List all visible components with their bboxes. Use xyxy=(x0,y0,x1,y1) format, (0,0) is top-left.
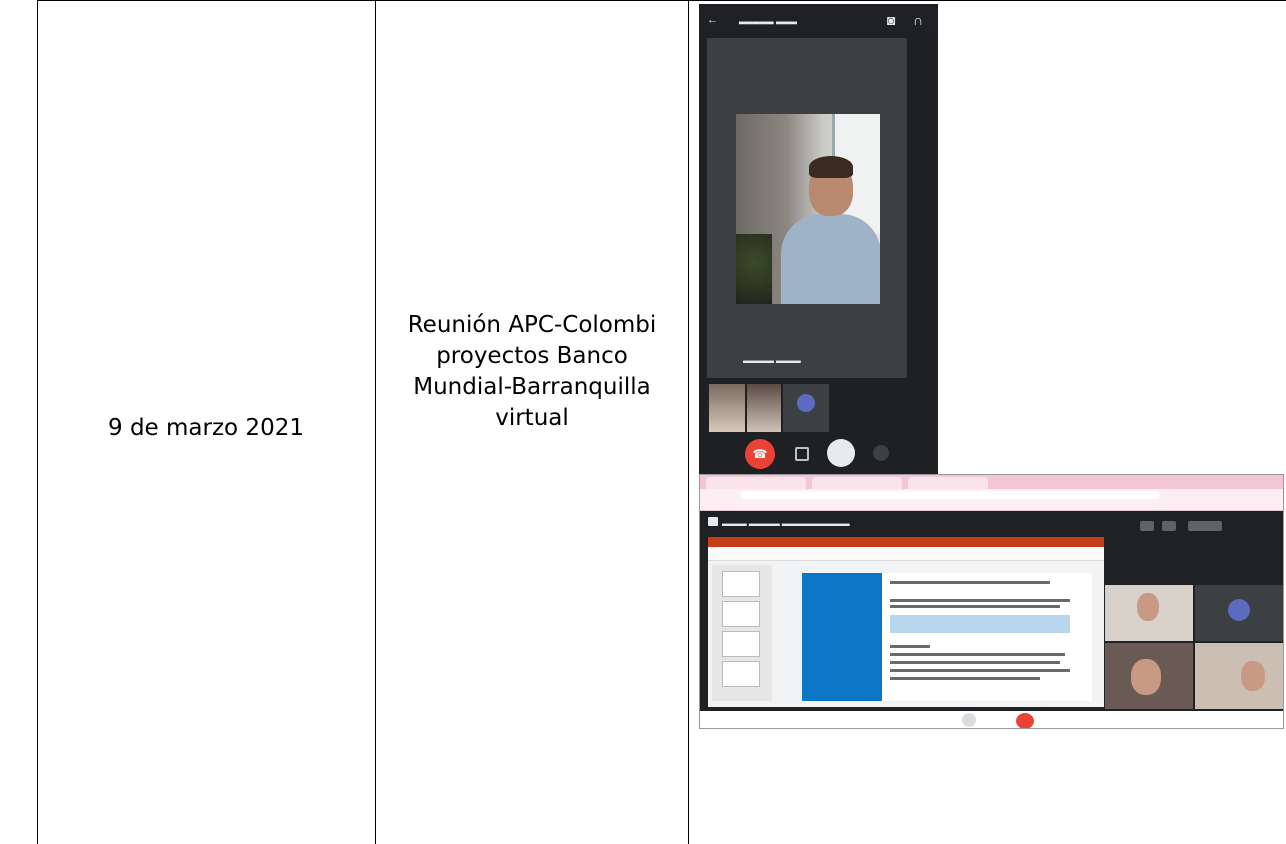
back-arrow-icon: ← xyxy=(707,14,718,26)
browser-url-field xyxy=(740,491,1160,499)
meeting-toolbar-icon xyxy=(1188,521,1222,531)
participant-thumbnail xyxy=(747,384,781,432)
browser-tab xyxy=(812,477,902,489)
end-call-icon xyxy=(1016,713,1034,728)
table-border-top xyxy=(37,0,1286,1)
phone-call-header: ← ▂▂▂▂▂ ▂▂▂ ◙ ∩ xyxy=(699,4,938,38)
description-line: proyectos Banco xyxy=(436,343,628,369)
participant-tile xyxy=(1105,643,1193,709)
participant-face xyxy=(1131,659,1161,695)
browser-tab xyxy=(908,477,988,489)
meet-icon xyxy=(708,517,718,526)
participant-face xyxy=(1137,593,1159,621)
slide-thumbnail xyxy=(722,661,760,687)
column-divider-2 xyxy=(688,0,689,844)
slide-text-line xyxy=(890,605,1060,608)
slide-text-line xyxy=(890,581,1050,584)
microphone-icon xyxy=(962,713,976,727)
slide-thumbnail xyxy=(722,571,760,597)
slide-text-line xyxy=(890,661,1060,664)
description-line: virtual xyxy=(495,405,569,431)
participant-tile xyxy=(1195,585,1283,641)
meeting-control-bar xyxy=(700,711,1283,728)
slide-text-line xyxy=(890,669,1070,672)
slide-highlight xyxy=(890,615,1070,633)
meeting-toolbar-icon xyxy=(1140,521,1154,531)
participant-thumbnail xyxy=(709,384,745,432)
slide-text-line xyxy=(890,677,1040,680)
video-plant-background xyxy=(736,234,772,304)
participant-name-blurred: ▂▂▂▂▂ ▂▂▂▂ xyxy=(743,354,801,363)
slide-blue-panel xyxy=(802,573,882,701)
avatar xyxy=(1228,599,1250,621)
slide-text-line xyxy=(890,645,930,648)
microphone-icon xyxy=(827,439,855,467)
camera-icon xyxy=(795,447,809,461)
meeting-toolbar-icon xyxy=(1162,521,1176,531)
slide-text-line xyxy=(890,599,1070,602)
participant-thumbnail xyxy=(783,384,829,432)
browser-bookmarks-bar xyxy=(700,501,1283,511)
participant-video xyxy=(736,114,880,304)
camera-switch-icon: ◙ xyxy=(887,12,896,28)
meeting-date: 9 de marzo 2021 xyxy=(108,415,304,441)
shared-presentation xyxy=(708,537,1104,707)
current-slide xyxy=(802,573,1092,701)
slide-thumbnails xyxy=(712,565,772,701)
participant-hair xyxy=(809,156,853,178)
slide-thumbnail xyxy=(722,601,760,627)
phone-call-screenshot: ← ▂▂▂▂▂ ▂▂▂ ◙ ∩ ▂▂▂▂▂ ▂▂▂▂ ☎ xyxy=(699,4,938,478)
avatar xyxy=(797,394,815,412)
description-line: Reunión APC-Colombi xyxy=(407,312,657,338)
headphones-icon: ∩ xyxy=(913,12,924,28)
participant-tile xyxy=(1105,585,1193,641)
description-line: Mundial-Barranquilla xyxy=(413,374,651,400)
presentation-ribbon xyxy=(708,537,1104,547)
desktop-meeting-screenshot: ▂▂▂▂ ▂▂▂▂▂ ▂▂▂▂▂▂▂▂▂▂▂ xyxy=(699,474,1284,729)
slide-text-line xyxy=(890,653,1065,656)
slide-thumbnail xyxy=(722,631,760,657)
participant-face xyxy=(1241,661,1265,691)
meeting-title-blurred: ▂▂▂▂ ▂▂▂▂▂ ▂▂▂▂▂▂▂▂▂▂▂ xyxy=(722,517,850,526)
more-options-icon xyxy=(873,445,889,461)
participant-tile xyxy=(1195,643,1283,709)
phone-call-title-blurred: ▂▂▂▂▂ ▂▂▂ xyxy=(739,14,797,24)
presentation-toolbar xyxy=(708,547,1104,561)
browser-tab-strip xyxy=(700,475,1283,489)
meeting-description: Reunión APC-Colombi proyectos Banco Mund… xyxy=(376,310,688,434)
end-call-icon: ☎ xyxy=(745,439,775,469)
participant-shirt xyxy=(781,214,880,304)
browser-tab xyxy=(706,477,806,489)
